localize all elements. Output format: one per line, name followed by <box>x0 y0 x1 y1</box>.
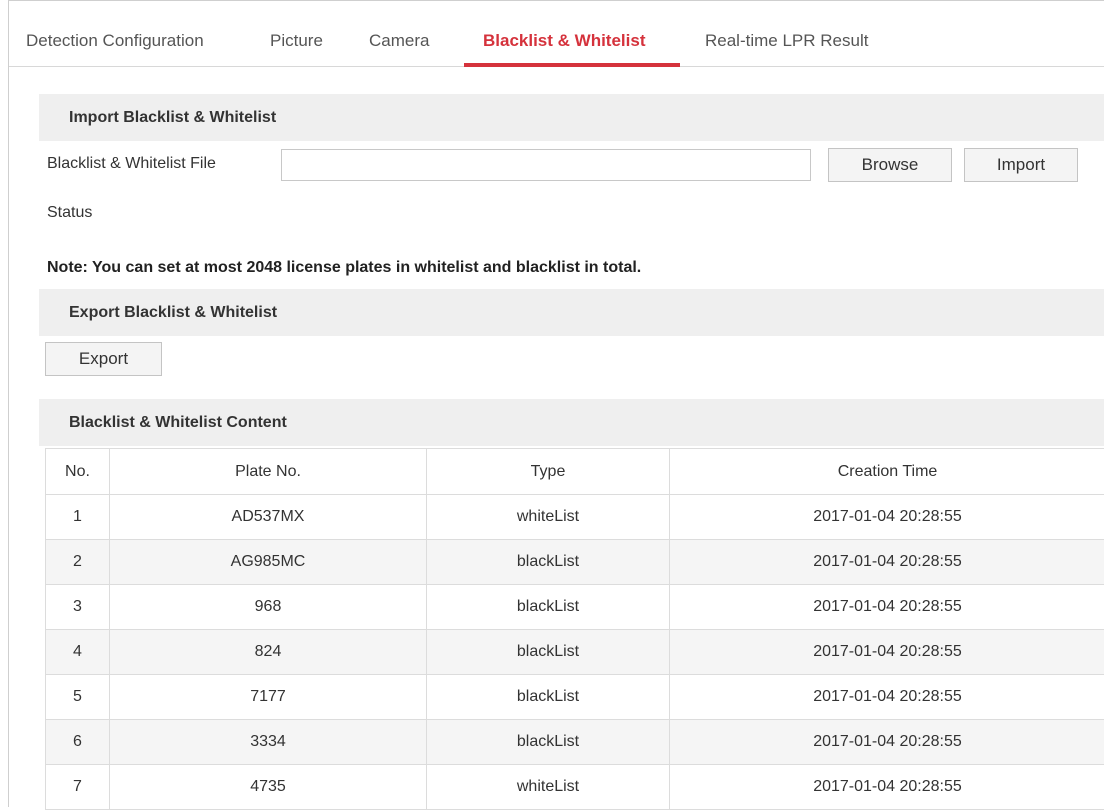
cell-creation-time: 2017-01-04 20:28:55 <box>670 630 1104 675</box>
status-label: Status <box>47 204 92 222</box>
tab-blacklist-whitelist[interactable]: Blacklist & Whitelist <box>483 31 645 51</box>
cell-no: 4 <box>46 630 110 675</box>
cell-no: 7 <box>46 765 110 810</box>
cell-type: whiteList <box>427 495 670 540</box>
tab-detection-configuration[interactable]: Detection Configuration <box>26 31 204 51</box>
content-section-header: Blacklist & Whitelist Content <box>39 399 1104 446</box>
cell-type: blackList <box>427 585 670 630</box>
cell-type: blackList <box>427 630 670 675</box>
file-path-input[interactable] <box>281 149 811 181</box>
column-header-creation-time: Creation Time <box>670 449 1104 495</box>
column-header-no: No. <box>46 449 110 495</box>
cell-creation-time: 2017-01-04 20:28:55 <box>670 540 1104 585</box>
active-tab-indicator <box>464 63 680 67</box>
cell-creation-time: 2017-01-04 20:28:55 <box>670 765 1104 810</box>
table-row[interactable]: 3 968 blackList 2017-01-04 20:28:55 <box>46 585 1104 630</box>
table-row[interactable]: 7 4735 whiteList 2017-01-04 20:28:55 <box>46 765 1104 810</box>
cell-creation-time: 2017-01-04 20:28:55 <box>670 495 1104 540</box>
export-section-header: Export Blacklist & Whitelist <box>39 289 1104 336</box>
tab-bar: Detection Configuration Picture Camera B… <box>9 1 1104 67</box>
cell-plate-no: 3334 <box>110 720 427 765</box>
config-panel: Detection Configuration Picture Camera B… <box>8 0 1104 807</box>
table-row[interactable]: 1 AD537MX whiteList 2017-01-04 20:28:55 <box>46 495 1104 540</box>
cell-no: 2 <box>46 540 110 585</box>
cell-type: whiteList <box>427 765 670 810</box>
cell-creation-time: 2017-01-04 20:28:55 <box>670 675 1104 720</box>
column-header-type: Type <box>427 449 670 495</box>
cell-plate-no: 968 <box>110 585 427 630</box>
cell-plate-no: 7177 <box>110 675 427 720</box>
cell-type: blackList <box>427 540 670 585</box>
import-section-header: Import Blacklist & Whitelist <box>39 94 1104 141</box>
column-header-plate-no: Plate No. <box>110 449 427 495</box>
tab-real-time-lpr-result[interactable]: Real-time LPR Result <box>705 31 868 51</box>
table-row[interactable]: 6 3334 blackList 2017-01-04 20:28:55 <box>46 720 1104 765</box>
cell-no: 1 <box>46 495 110 540</box>
blacklist-whitelist-table: No. Plate No. Type Creation Time 1 AD537… <box>45 448 1104 810</box>
cell-plate-no: 4735 <box>110 765 427 810</box>
cell-no: 3 <box>46 585 110 630</box>
tab-camera[interactable]: Camera <box>369 31 429 51</box>
cell-plate-no: AG985MC <box>110 540 427 585</box>
import-button[interactable]: Import <box>964 148 1078 182</box>
cell-creation-time: 2017-01-04 20:28:55 <box>670 585 1104 630</box>
export-button[interactable]: Export <box>45 342 162 376</box>
browse-button[interactable]: Browse <box>828 148 952 182</box>
table-header-row: No. Plate No. Type Creation Time <box>46 449 1104 495</box>
cell-no: 6 <box>46 720 110 765</box>
plate-limit-note: Note: You can set at most 2048 license p… <box>47 259 641 277</box>
cell-no: 5 <box>46 675 110 720</box>
cell-type: blackList <box>427 675 670 720</box>
table-row[interactable]: 5 7177 blackList 2017-01-04 20:28:55 <box>46 675 1104 720</box>
cell-plate-no: 824 <box>110 630 427 675</box>
table-row[interactable]: 2 AG985MC blackList 2017-01-04 20:28:55 <box>46 540 1104 585</box>
cell-creation-time: 2017-01-04 20:28:55 <box>670 720 1104 765</box>
tab-picture[interactable]: Picture <box>270 31 323 51</box>
table-row[interactable]: 4 824 blackList 2017-01-04 20:28:55 <box>46 630 1104 675</box>
cell-type: blackList <box>427 720 670 765</box>
cell-plate-no: AD537MX <box>110 495 427 540</box>
file-label: Blacklist & Whitelist File <box>47 155 216 173</box>
